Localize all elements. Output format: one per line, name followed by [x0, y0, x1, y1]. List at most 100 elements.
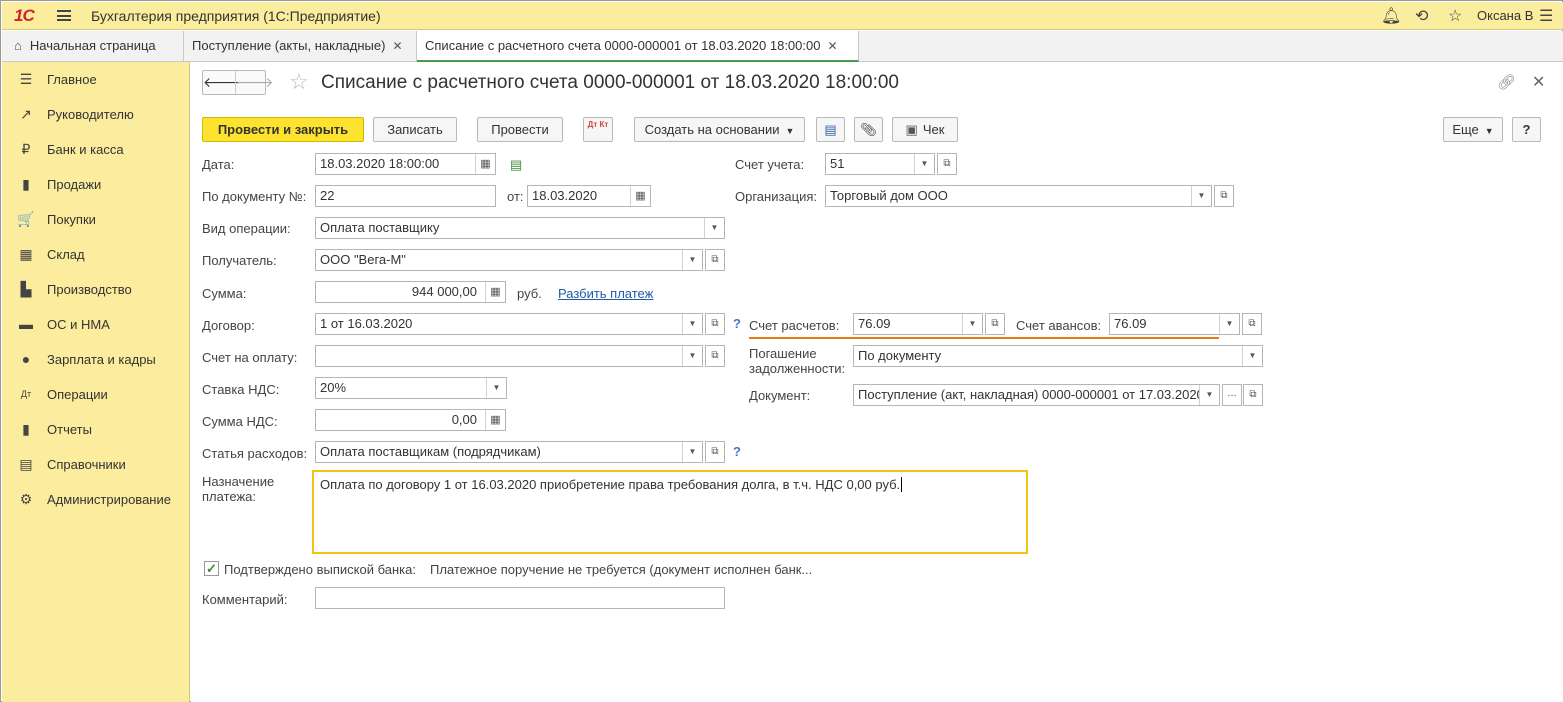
tab-current-document[interactable]: Списание с расчетного счета 0000-000001 … — [417, 31, 859, 62]
calendar-icon[interactable]: ▦ — [475, 154, 495, 174]
open-document-icon[interactable]: ⧉ — [1243, 384, 1263, 406]
settlement-account-select[interactable]: 76.09 ▼ — [853, 313, 983, 335]
payment-purpose-textarea[interactable]: Оплата по договору 1 от 16.03.2020 приоб… — [312, 470, 1028, 554]
invoice-select[interactable]: ▼ — [315, 345, 703, 367]
post-and-close-button[interactable]: Провести и закрыть — [202, 117, 364, 142]
dropdown-icon[interactable]: ▼ — [962, 314, 982, 334]
post-button[interactable]: Провести — [477, 117, 563, 142]
comment-field[interactable] — [315, 587, 725, 609]
calendar-icon[interactable]: ▦ — [630, 186, 650, 206]
tab-current-label: Списание с расчетного счета 0000-000001 … — [425, 38, 821, 53]
dropdown-icon[interactable]: ▼ — [682, 250, 702, 270]
dropdown-icon[interactable]: ▼ — [1219, 314, 1239, 334]
dropdown-icon[interactable]: ▼ — [704, 218, 724, 238]
organization-select[interactable]: Торговый дом ООО ▼ — [825, 185, 1212, 207]
sidebar-item-main[interactable]: ☰ Главное — [2, 68, 189, 92]
help-button[interactable]: ? — [1512, 117, 1541, 142]
open-settlement-account-icon[interactable]: ⧉ — [985, 313, 1005, 335]
close-tab-icon[interactable]: ✕ — [392, 39, 402, 53]
open-organization-icon[interactable]: ⧉ — [1214, 185, 1234, 207]
account-select[interactable]: 51 ▼ — [825, 153, 935, 175]
vat-rate-select[interactable]: 20% ▼ — [315, 377, 507, 399]
forward-arrow-icon[interactable]: 🡒 — [235, 71, 274, 94]
dropdown-icon[interactable]: ▼ — [1242, 346, 1262, 366]
dropdown-icon[interactable]: ▼ — [682, 442, 702, 462]
sidebar-item-warehouse[interactable]: ▦ Склад — [2, 243, 189, 267]
user-name[interactable]: Оксана В — [1477, 8, 1533, 23]
open-recipient-icon[interactable]: ⧉ — [705, 249, 725, 271]
status-icon[interactable]: ▤ — [510, 157, 522, 173]
tab-receipts[interactable]: Поступление (акты, накладные) ✕ — [184, 31, 417, 62]
date-field[interactable]: 18.03.2020 18:00:00 ▦ — [315, 153, 496, 175]
open-expense-icon[interactable]: ⧉ — [705, 441, 725, 463]
sidebar-item-catalogs[interactable]: ▤ Справочники — [2, 453, 189, 477]
favorite-star-icon[interactable]: ☆ — [289, 69, 309, 95]
recipient-select[interactable]: ООО "Вега-М" ▼ — [315, 249, 703, 271]
sidebar-item-production[interactable]: ▙ Производство — [2, 278, 189, 302]
expense-select[interactable]: Оплата поставщикам (подрядчикам) ▼ — [315, 441, 703, 463]
repayment-select[interactable]: По документу ▼ — [853, 345, 1263, 367]
receipt-button[interactable]: ▣ Чек — [892, 117, 958, 142]
main-menu-icon[interactable] — [57, 10, 71, 21]
link-icon[interactable]: 🔗︎ — [1497, 73, 1516, 91]
advance-account-label: Счет авансов: — [1016, 318, 1102, 333]
bank-confirmed-checkbox[interactable]: ✓ — [204, 561, 219, 576]
optype-select[interactable]: Оплата поставщику ▼ — [315, 217, 725, 239]
sum-field[interactable]: 944 000,00 ▦ — [315, 281, 506, 303]
select-document-ellipsis-button[interactable]: ... — [1222, 384, 1242, 406]
sidebar-item-label: Покупки — [47, 212, 96, 227]
help-icon[interactable]: ? — [733, 316, 741, 331]
truck-icon: ▬ — [19, 316, 33, 332]
organization-label: Организация: — [735, 189, 818, 204]
open-contract-icon[interactable]: ⧉ — [705, 313, 725, 335]
split-payment-link[interactable]: Разбить платеж — [558, 286, 653, 301]
dt-kt-icon[interactable]: Дт Кт — [583, 117, 613, 142]
more-button[interactable]: Еще ▼ — [1443, 117, 1503, 142]
dropdown-icon[interactable]: ▼ — [682, 314, 702, 334]
bank-confirmed-label: Подтверждено выпиской банка: — [224, 562, 416, 577]
sidebar-item-operations[interactable]: Дт Операции — [2, 383, 189, 407]
sidebar-item-salary-hr[interactable]: ● Зарплата и кадры — [2, 348, 189, 372]
vat-sum-label: Сумма НДС: — [202, 414, 278, 429]
vat-sum-field[interactable]: 0,00 ▦ — [315, 409, 506, 431]
notifications-bell-icon[interactable]: 🔔︎ — [1381, 6, 1401, 26]
calculator-icon[interactable]: ▦ — [485, 282, 505, 302]
ruble-icon: ₽ — [21, 141, 31, 157]
close-tab-icon[interactable]: ✕ — [827, 39, 837, 53]
open-invoice-icon[interactable]: ⧉ — [705, 345, 725, 367]
close-icon[interactable]: ✕ — [1532, 72, 1545, 92]
open-account-icon[interactable]: ⧉ — [937, 153, 957, 175]
from-date-field[interactable]: 18.03.2020 ▦ — [527, 185, 651, 207]
vat-rate-label: Ставка НДС: — [202, 382, 280, 397]
dt-kt-icon: Дт — [20, 389, 32, 399]
tab-home[interactable]: ⌂ Начальная страница — [2, 31, 184, 62]
favorites-star-icon[interactable]: ☆ — [1448, 6, 1462, 26]
sidebar-item-administration[interactable]: ⚙ Администрирование — [2, 488, 189, 512]
save-button[interactable]: Записать — [373, 117, 457, 142]
dropdown-icon[interactable]: ▼ — [1191, 186, 1211, 206]
settings-menu-icon[interactable]: ☰ — [1539, 6, 1553, 26]
dropdown-icon[interactable]: ▼ — [682, 346, 702, 366]
contract-select[interactable]: 1 от 16.03.2020 ▼ — [315, 313, 703, 335]
sidebar-item-reports[interactable]: ▮ Отчеты — [2, 418, 189, 442]
structure-icon[interactable]: ▤ — [816, 117, 845, 142]
create-based-on-button[interactable]: Создать на основании ▼ — [634, 117, 805, 142]
sidebar-item-purchases[interactable]: 🛒 Покупки — [2, 208, 189, 232]
docnum-field[interactable]: 22 — [315, 185, 496, 207]
help-icon[interactable]: ? — [733, 444, 741, 459]
back-arrow-icon[interactable]: 🡐 — [203, 71, 241, 94]
document-ref-select[interactable]: Поступление (акт, накладная) 0000-000001… — [853, 384, 1220, 406]
sidebar-item-bank-cash[interactable]: ₽ Банк и касса — [2, 138, 189, 162]
sidebar-item-fixed-assets[interactable]: ▬ ОС и НМА — [2, 313, 189, 337]
document-ref-value: Поступление (акт, накладная) 0000-000001… — [858, 387, 1204, 402]
sidebar-item-manager[interactable]: ↗ Руководителю — [2, 103, 189, 127]
advance-account-select[interactable]: 76.09 ▼ — [1109, 313, 1240, 335]
sidebar-item-sales[interactable]: ▮ Продажи — [2, 173, 189, 197]
calculator-icon[interactable]: ▦ — [485, 410, 505, 430]
dropdown-icon[interactable]: ▼ — [486, 378, 506, 398]
dropdown-icon[interactable]: ▼ — [1199, 385, 1219, 405]
dropdown-icon[interactable]: ▼ — [914, 154, 934, 174]
open-advance-account-icon[interactable]: ⧉ — [1242, 313, 1262, 335]
history-icon[interactable]: ⟲ — [1415, 6, 1428, 26]
attachment-icon[interactable]: 📎︎ — [854, 117, 883, 142]
